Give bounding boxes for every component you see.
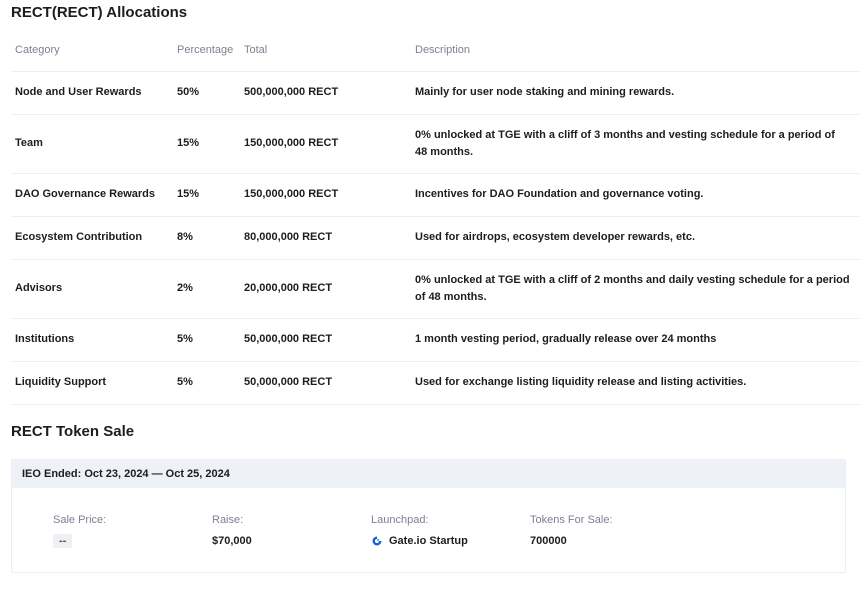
tokens-for-sale-label: Tokens For Sale: xyxy=(530,514,613,526)
cell-description: Used for airdrops, ecosystem developer r… xyxy=(411,216,860,260)
cell-category: Team xyxy=(11,114,173,174)
cell-description: 1 month vesting period, gradually releas… xyxy=(411,318,860,362)
table-row: Institutions 5% 50,000,000 RECT 1 month … xyxy=(11,318,860,362)
allocations-title: RECT(RECT) Allocations xyxy=(11,4,188,21)
sale-price-field: Sale Price: -- xyxy=(53,513,106,548)
cell-total: 150,000,000 RECT xyxy=(240,173,411,217)
cell-percentage: 50% xyxy=(173,71,240,115)
cell-category: Advisors xyxy=(11,259,173,319)
cell-percentage: 8% xyxy=(173,216,240,260)
cell-category: Node and User Rewards xyxy=(11,71,173,115)
cell-percentage: 5% xyxy=(173,361,240,405)
cell-percentage: 15% xyxy=(173,114,240,174)
cell-description: Used for exchange listing liquidity rele… xyxy=(411,361,860,405)
table-row: Team 15% 150,000,000 RECT 0% unlocked at… xyxy=(11,114,860,174)
launchpad-value: Gate.io Startup xyxy=(389,535,468,547)
cell-total: 80,000,000 RECT xyxy=(240,216,411,260)
token-sale-card: IEO Ended: Oct 23, 2024 — Oct 25, 2024 S… xyxy=(11,459,846,573)
cell-description: Incentives for DAO Foundation and govern… xyxy=(411,173,860,217)
cell-category: DAO Governance Rewards xyxy=(11,173,173,217)
cell-category: Liquidity Support xyxy=(11,361,173,405)
cell-description: Mainly for user node staking and mining … xyxy=(411,71,860,115)
table-row: Liquidity Support 5% 50,000,000 RECT Use… xyxy=(11,361,860,405)
sale-price-value: -- xyxy=(53,534,73,548)
table-row: Node and User Rewards 50% 500,000,000 RE… xyxy=(11,71,860,115)
table-row: Advisors 2% 20,000,000 RECT 0% unlocked … xyxy=(11,259,860,319)
raise-field: Raise: $70,000 xyxy=(212,513,252,548)
cell-total: 20,000,000 RECT xyxy=(240,259,411,319)
cell-percentage: 15% xyxy=(173,173,240,217)
cell-description: 0% unlocked at TGE with a cliff of 2 mon… xyxy=(411,259,860,319)
cell-percentage: 5% xyxy=(173,318,240,362)
cell-description: 0% unlocked at TGE with a cliff of 3 mon… xyxy=(411,114,860,174)
gate-io-logo-icon xyxy=(372,536,382,546)
tokens-for-sale-value: 700000 xyxy=(530,535,567,547)
tokens-for-sale-field: Tokens For Sale: 700000 xyxy=(530,513,613,548)
ieo-status-header: IEO Ended: Oct 23, 2024 — Oct 25, 2024 xyxy=(12,460,845,488)
cell-percentage: 2% xyxy=(173,259,240,319)
launchpad-link[interactable]: Gate.io Startup xyxy=(371,534,468,548)
cell-total: 150,000,000 RECT xyxy=(240,114,411,174)
cell-category: Ecosystem Contribution xyxy=(11,216,173,260)
launchpad-field: Launchpad: Gate.io Startup xyxy=(371,513,468,548)
column-header-total: Total xyxy=(240,30,411,72)
raise-value: $70,000 xyxy=(212,535,252,547)
cell-total: 500,000,000 RECT xyxy=(240,71,411,115)
cell-total: 50,000,000 RECT xyxy=(240,361,411,405)
token-sale-title: RECT Token Sale xyxy=(11,423,135,440)
launchpad-label: Launchpad: xyxy=(371,514,429,526)
allocations-table: Category Percentage Total Description No… xyxy=(11,30,860,405)
table-header-row: Category Percentage Total Description xyxy=(11,30,860,72)
table-row: Ecosystem Contribution 8% 80,000,000 REC… xyxy=(11,216,860,260)
column-header-percentage: Percentage xyxy=(173,30,240,72)
cell-total: 50,000,000 RECT xyxy=(240,318,411,362)
raise-label: Raise: xyxy=(212,514,244,526)
column-header-description: Description xyxy=(411,30,860,72)
table-row: DAO Governance Rewards 15% 150,000,000 R… xyxy=(11,173,860,217)
sale-price-label: Sale Price: xyxy=(53,514,107,526)
cell-category: Institutions xyxy=(11,318,173,362)
column-header-category: Category xyxy=(11,30,173,72)
